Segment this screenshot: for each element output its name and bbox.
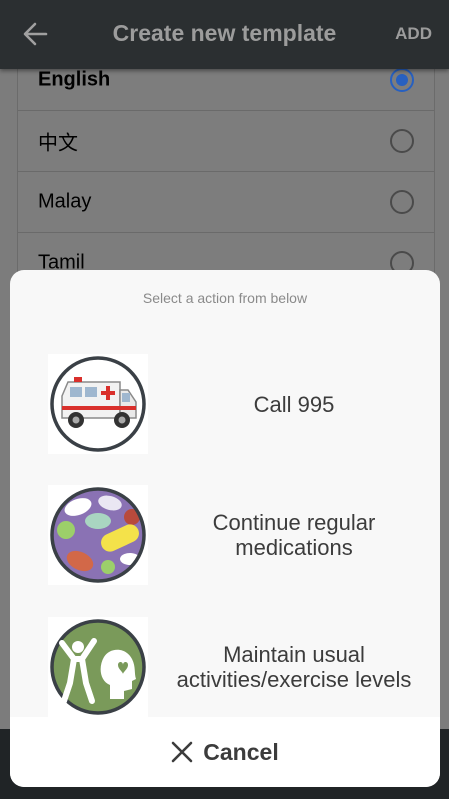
language-list: English 中文 Malay Tamil — [17, 50, 435, 294]
action-sheet: Select a action from below Call 995 Cont… — [10, 270, 440, 787]
radio-selected-icon[interactable] — [390, 68, 414, 92]
medications-icon — [48, 485, 148, 585]
action-label: Call 995 — [253, 391, 335, 417]
action-label: Maintain usual activities/exercise level… — [176, 642, 412, 692]
close-icon — [171, 741, 193, 763]
cancel-button[interactable]: Cancel — [10, 717, 440, 787]
language-label: 中文 — [38, 132, 78, 155]
ambulance-icon — [48, 354, 148, 454]
action-continue-medications[interactable]: Continue regular medications — [10, 485, 440, 595]
action-call-995[interactable]: Call 995 — [10, 354, 440, 464]
app-bar: Create new template ADD — [0, 0, 449, 69]
page-title: Create new template — [112, 20, 337, 46]
radio-icon[interactable] — [390, 129, 414, 153]
action-maintain-activities[interactable]: Maintain usual activities/exercise level… — [10, 617, 440, 727]
activity-exercise-icon — [48, 617, 148, 717]
radio-icon[interactable] — [390, 190, 414, 214]
add-button[interactable]: ADD — [395, 24, 432, 44]
language-label: Malay — [38, 190, 92, 213]
language-label: English — [38, 68, 111, 91]
action-sheet-prompt: Select a action from below — [142, 290, 308, 306]
language-option-chinese[interactable]: 中文 — [18, 111, 434, 172]
cancel-label: Cancel — [203, 738, 279, 765]
action-label: Continue regular medications — [212, 510, 376, 560]
language-option-malay[interactable]: Malay — [18, 172, 434, 233]
